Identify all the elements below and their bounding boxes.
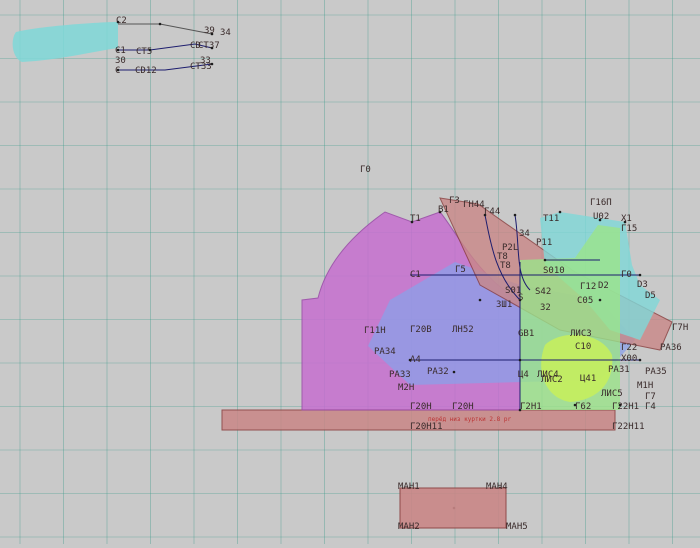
point-marker (452, 370, 456, 374)
point-marker (116, 48, 120, 52)
point-label: Г7Н (672, 323, 688, 333)
point-label: Г11Н (364, 326, 386, 336)
collar-label: CT5 (136, 47, 152, 57)
pocket-label: МАН2 (398, 522, 420, 532)
point-label: 32 (540, 303, 551, 313)
point-label: ЛН52 (452, 325, 474, 335)
pocket-piece[interactable]: МАН1 МАН4 МАН2 МАН5 (398, 482, 528, 532)
point-label: Г20Н (452, 402, 474, 412)
point-label: Г4 (645, 402, 656, 412)
point-label: Г12 (580, 282, 596, 292)
point-marker (543, 258, 547, 262)
point-label: C05 (577, 296, 593, 306)
point-label: D3 (637, 280, 648, 290)
point-label: S010 (543, 266, 565, 276)
collar-label: CT33 (190, 62, 212, 72)
collar-label: CD12 (135, 66, 157, 76)
point-label: Ц4 (518, 370, 529, 380)
point-label: Г3 (449, 196, 460, 206)
point-label: C10 (575, 342, 591, 352)
point-label: РА36 (660, 343, 682, 353)
point-marker (210, 62, 214, 66)
point-label: Г7 (645, 392, 656, 402)
point-marker (116, 20, 120, 24)
point-marker (210, 32, 214, 36)
point-label: D2 (598, 281, 609, 291)
origin-label: Г0 (360, 165, 371, 175)
collar-label: 34 (220, 28, 231, 38)
point-marker (158, 22, 162, 26)
pocket-label: МАН1 (398, 482, 420, 492)
point-label: X1 (621, 214, 632, 224)
point-label: Ц41 (580, 374, 596, 384)
pocket-label: МАН4 (486, 482, 508, 492)
point-label: S42 (535, 287, 551, 297)
point-label: Г15 (621, 224, 637, 234)
point-label: РА32 (427, 367, 449, 377)
point-label: Г44 (484, 207, 500, 217)
point-label: ЗШ1 (496, 300, 512, 310)
point-label: РА33 (389, 370, 411, 380)
point-label: Г62 (575, 402, 591, 412)
point-label: ЛИС2 (541, 375, 563, 385)
point-marker (518, 358, 522, 362)
point-label: S (518, 293, 523, 303)
point-label: М1Н (637, 381, 653, 391)
collar-label: C1 (115, 46, 126, 56)
point-label: Г22 (621, 343, 637, 353)
point-marker (513, 213, 517, 217)
collar-label: 30 (115, 56, 126, 66)
point-marker (558, 210, 562, 214)
point-label: Т1 (410, 214, 421, 224)
point-label: РА31 (608, 365, 630, 375)
point-label: Г22Н11 (612, 422, 645, 432)
point-marker (116, 68, 120, 72)
collar-label: CT37 (198, 41, 220, 51)
point-label: Г20Н11 (410, 422, 443, 432)
point-label: ГН44 (463, 200, 485, 210)
point-label: ЛИС3 (570, 329, 592, 339)
point-label: М2Н (398, 383, 414, 393)
point-marker (478, 298, 482, 302)
point-label: Г0 (621, 270, 632, 280)
point-marker (598, 298, 602, 302)
point-label: С1 (410, 270, 421, 280)
point-label: X00 (621, 354, 637, 364)
point-label: Г20В (410, 325, 432, 335)
point-label: Г22Н1 (612, 402, 639, 412)
point-label: Г2Н1 (520, 402, 542, 412)
point-label: Т11 (543, 214, 559, 224)
point-label: РА34 (374, 347, 396, 357)
point-label: ЛИС5 (601, 389, 623, 399)
point-label: Г20Н (410, 402, 432, 412)
point-label: РА35 (645, 367, 667, 377)
pocket-label: МАН5 (506, 522, 528, 532)
collar-line-top (118, 23, 213, 35)
hem-note: перёд низ куртки 2.8 pr (428, 416, 511, 423)
point-label: 34 (519, 229, 530, 239)
point-label: GB1 (518, 329, 534, 339)
point-label: А4 (410, 355, 421, 365)
collar-shape[interactable] (12, 22, 118, 62)
point-marker (210, 46, 214, 50)
pattern-drawing[interactable]: C2 C1 30 C CT5 CD12 CD 39 34 CT37 33 CT3… (0, 0, 700, 544)
point-label: D5 (645, 291, 656, 301)
point-label: Г5 (455, 265, 466, 275)
point-marker (638, 358, 642, 362)
point-label: В1 (438, 205, 449, 215)
point-marker (638, 273, 642, 277)
pattern-canvas[interactable]: C2 C1 30 C CT5 CD12 CD 39 34 CT37 33 CT3… (0, 0, 700, 544)
point-label: Т8 (500, 261, 511, 271)
point-marker (148, 48, 152, 52)
point-label: Р11 (536, 238, 552, 248)
point-label: U02 (593, 212, 609, 222)
point-label: Г16П (590, 198, 612, 208)
collar-piece[interactable]: C2 C1 30 C CT5 CD12 CD 39 34 CT37 33 CT3… (12, 16, 231, 76)
collar-label: 39 (204, 26, 215, 36)
